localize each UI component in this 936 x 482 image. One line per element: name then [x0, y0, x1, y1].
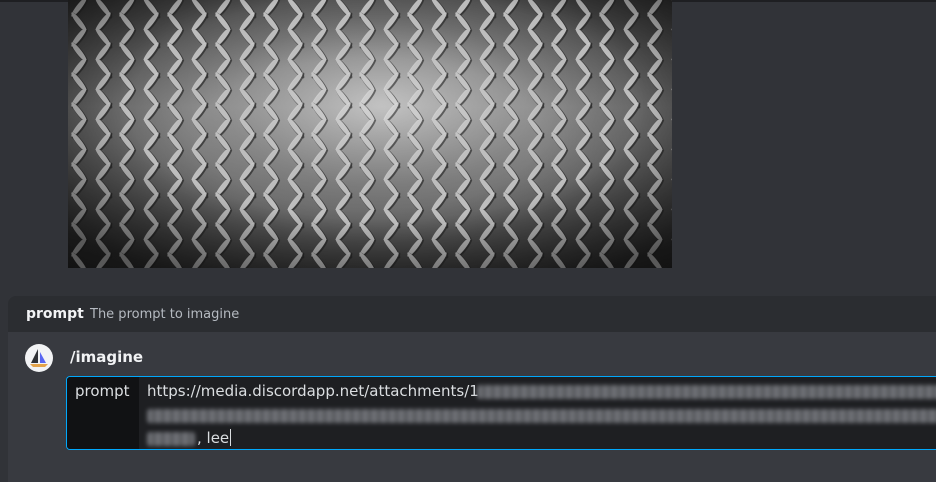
diamond-plate-pattern: [68, 0, 672, 268]
prompt-value[interactable]: https://media.discordapp.net/attachments…: [139, 377, 936, 449]
prompt-text-end: , lee: [197, 429, 232, 447]
prompt-url-text: https://media.discordapp.net/attachments…: [147, 382, 479, 400]
slash-command-area: /imagine prompt https://media.discordapp…: [8, 332, 936, 482]
command-name: /imagine: [70, 348, 144, 366]
prompt-input[interactable]: prompt https://media.discordapp.net/atta…: [66, 376, 936, 450]
prompt-parameter-label: prompt: [67, 377, 139, 449]
prompt-end-text: , lee: [197, 429, 230, 447]
option-name: prompt: [26, 306, 84, 322]
sailboat-avatar-icon[interactable]: [25, 344, 53, 372]
text-cursor: [230, 429, 232, 446]
redacted-text-3: [147, 432, 195, 446]
attached-image-diamond-plate[interactable]: [68, 0, 672, 268]
redacted-text-1: [477, 385, 936, 399]
option-description: The prompt to imagine: [90, 307, 240, 322]
redacted-text-2: [147, 409, 936, 423]
option-hint-bar: prompt The prompt to imagine: [8, 296, 936, 332]
